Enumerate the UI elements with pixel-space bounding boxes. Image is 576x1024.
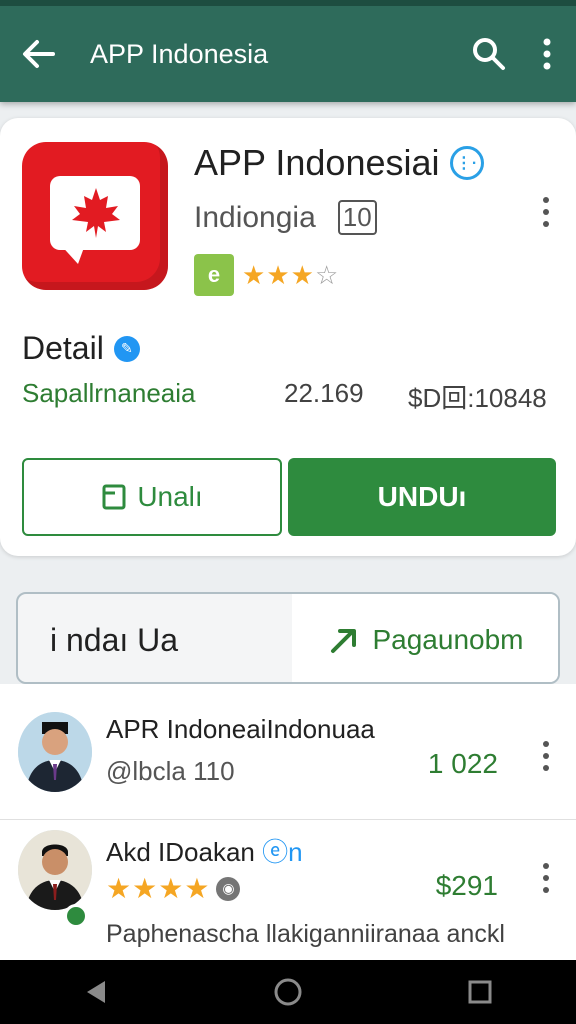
star-icon: ★: [266, 259, 291, 290]
list-item-title: APR IndoneaiIndonuaa: [106, 714, 375, 744]
tab-left-label: i ndaı Ua: [50, 621, 179, 658]
meta-row: Sapallrnaneaia 22.169 $D回:10848: [22, 378, 562, 414]
content-rating-badge: e: [194, 254, 234, 296]
search-button[interactable]: [460, 6, 518, 102]
meta-category[interactable]: Sapallrnaneaia: [22, 378, 195, 409]
star-icon: ★: [158, 873, 185, 904]
star-icon: ★: [290, 259, 315, 290]
list-item-title-text: Akd IDoakan: [106, 837, 255, 867]
tab-right-label: Pagaunobm: [372, 624, 524, 655]
maple-leaf-icon: [72, 188, 120, 238]
download-button-label: UNDUı: [377, 481, 467, 512]
app-icon[interactable]: [22, 142, 168, 290]
list-item-more-button[interactable]: [530, 856, 562, 900]
developer-row[interactable]: Indiongia 10: [194, 200, 377, 235]
tab-right[interactable]: Pagaunobm: [292, 594, 558, 682]
star-rating: ★★★★: [106, 872, 210, 905]
developer-badge-icon: 10: [337, 200, 377, 235]
square-recents-icon: [468, 980, 492, 1004]
file-icon: [102, 484, 126, 510]
secondary-button[interactable]: Unalı: [22, 458, 282, 536]
star-icon: ★: [242, 259, 267, 290]
nav-back-button[interactable]: [66, 962, 126, 1022]
star-icon: ★: [184, 873, 211, 904]
rating-row: e ★★★☆: [194, 254, 339, 296]
tab-left[interactable]: i ndaı Ua: [18, 594, 292, 682]
user-info-icon: ◉: [216, 876, 241, 901]
more-vert-icon: [543, 741, 549, 747]
star-icon: ★: [106, 873, 133, 904]
star-outline-icon: ☆: [314, 259, 340, 290]
avatar: [18, 712, 92, 792]
more-vert-icon: [543, 197, 549, 203]
online-status-badge: [64, 904, 88, 928]
back-arrow-icon: [23, 40, 55, 68]
search-icon: [473, 38, 505, 70]
trending-arrow-icon: [331, 629, 357, 653]
app-bar: APP Indonesia: [0, 0, 576, 102]
list-item[interactable]: Akd IDoakan ⓔn ★★★★ ◉ $291 Paphenascha l…: [0, 820, 576, 956]
overflow-menu-button[interactable]: [518, 6, 576, 102]
back-button[interactable]: [0, 6, 76, 102]
app-name: APP Indonesiai: [194, 142, 440, 183]
list-item-title: Akd IDoakan ⓔn: [106, 832, 303, 869]
verified-icon: ⋮·: [449, 146, 484, 180]
detail-heading: Detail ✎: [22, 330, 140, 367]
person-avatar-image: [18, 830, 92, 910]
system-nav-bar: [0, 960, 576, 1024]
detail-label: Detail: [22, 330, 104, 366]
developer-name: Indiongia: [194, 200, 316, 234]
results-list: APR IndoneaiIndonuaa @lbcla 110 1 022 Ak…: [0, 684, 576, 960]
circle-home-icon: [274, 978, 302, 1006]
triangle-back-icon: [87, 981, 105, 1003]
list-item-description: Paphenascha llakiganniiranaa anckl: [106, 920, 505, 948]
avatar: [18, 830, 92, 910]
list-item-more-button[interactable]: [530, 734, 562, 778]
app-bar-title: APP Indonesia: [90, 38, 269, 69]
list-item-value: $291: [435, 870, 498, 901]
list-item-rating: ★★★★ ◉: [106, 872, 241, 905]
nav-recents-button[interactable]: [450, 962, 510, 1022]
star-icon: ★: [132, 873, 159, 904]
person-avatar-image: [18, 712, 92, 792]
star-rating: ★★★☆: [242, 260, 339, 291]
app-more-button[interactable]: [530, 190, 562, 234]
meta-downloads: 22.169: [284, 378, 364, 408]
nav-home-button[interactable]: [258, 962, 318, 1022]
secondary-button-label: Unalı: [137, 481, 203, 512]
app-title: APP Indonesiai ⋮·: [194, 142, 484, 184]
info-check-icon: ✎: [113, 335, 140, 362]
list-item-value: 1 022: [427, 748, 498, 779]
download-button[interactable]: UNDUı: [288, 458, 556, 536]
more-vert-icon: [543, 863, 549, 869]
list-item-badge: ⓔn: [262, 837, 303, 867]
tab-bar: i ndaı Ua Pagaunobm: [16, 592, 560, 684]
list-item[interactable]: APR IndoneaiIndonuaa @lbcla 110 1 022: [0, 684, 576, 820]
more-vert-icon: [543, 38, 551, 70]
list-item-subtitle: @lbcla 110: [106, 756, 235, 786]
meta-size: $D回:10848: [408, 383, 547, 413]
